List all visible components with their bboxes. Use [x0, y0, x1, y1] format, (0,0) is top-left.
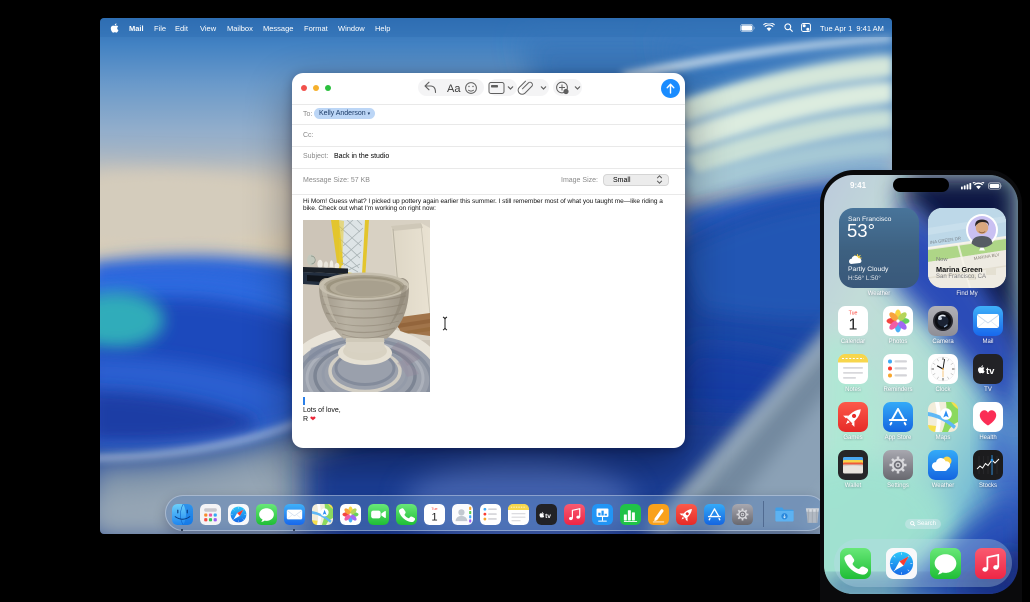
- svg-text:Aa: Aa: [447, 83, 461, 95]
